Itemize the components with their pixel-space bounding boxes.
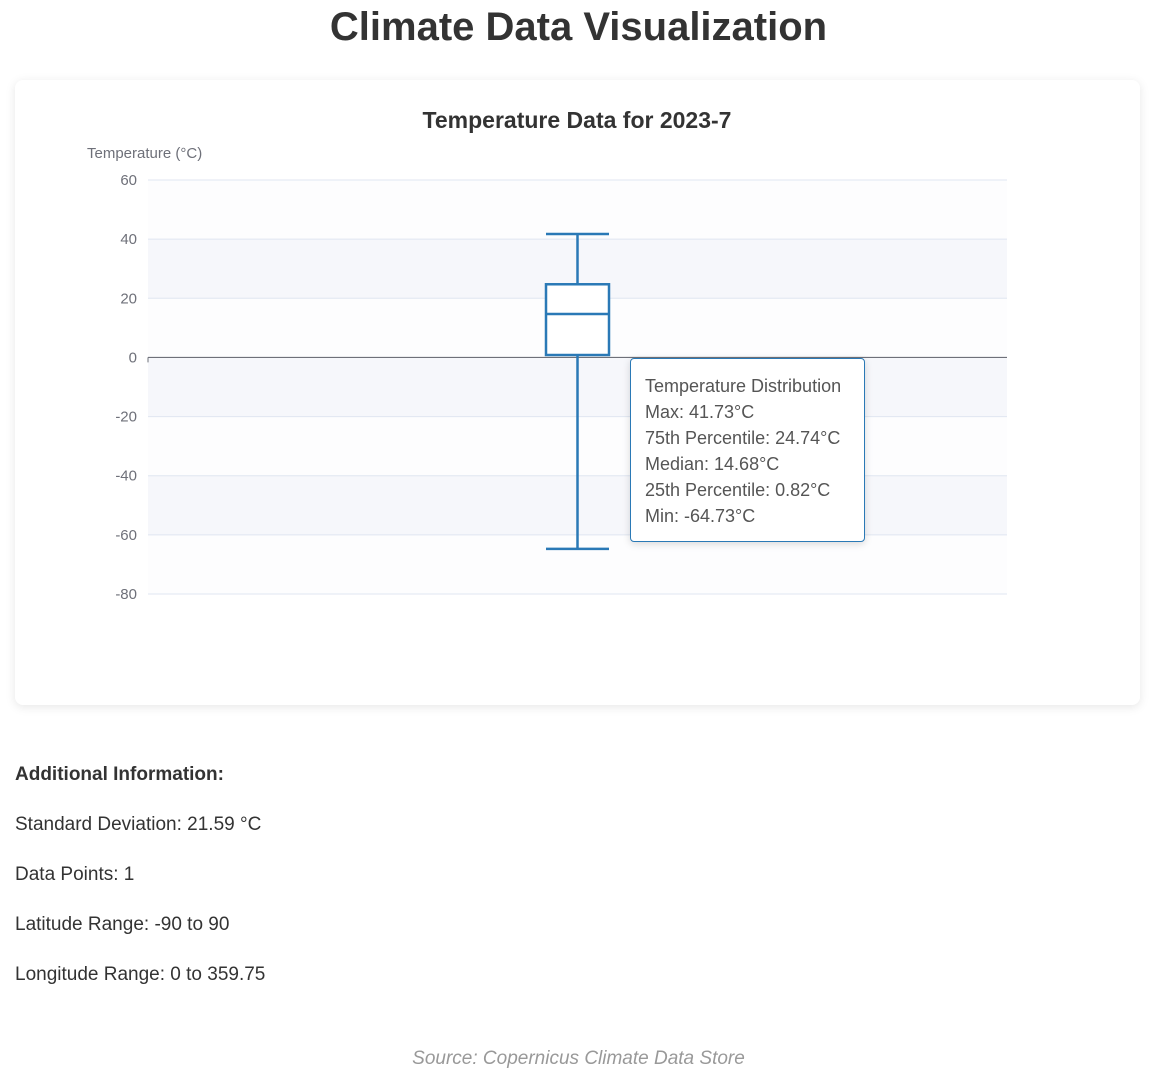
tooltip-q1: 25th Percentile: 0.82°C (645, 480, 831, 500)
tooltip-min: Min: -64.73°C (645, 506, 756, 526)
y-axis-ticks: 60 40 20 0 -20 -40 -60 -80 (115, 172, 137, 603)
chart-card: Temperature Data for 2023-7 Temperature … (15, 80, 1140, 705)
chart-title: Temperature Data for 2023-7 (423, 107, 732, 133)
tooltip: Temperature Distribution Max: 41.73°C 75… (630, 358, 865, 542)
y-tick-label: 40 (120, 231, 137, 248)
tooltip-q3: 75th Percentile: 24.74°C (645, 428, 841, 448)
info-data-points: Data Points: 1 (15, 864, 135, 885)
y-tick-label: -60 (115, 527, 137, 544)
additional-info-heading: Additional Information: (15, 764, 224, 785)
split-area-band (148, 180, 1007, 240)
boxplot-chart[interactable]: Temperature Data for 2023-7 Temperature … (15, 80, 1140, 705)
y-tick-label: 0 (129, 349, 137, 366)
y-axis-label: Temperature (°C) (87, 145, 202, 162)
y-tick-label: -40 (115, 468, 137, 485)
y-tick-label: -20 (115, 409, 137, 426)
tooltip-median: Median: 14.68°C (645, 454, 780, 474)
tooltip-max: Max: 41.73°C (645, 402, 755, 422)
iqr-box (544, 283, 611, 357)
y-tick-label: 60 (120, 172, 137, 189)
source-note: Source: Copernicus Climate Data Store (412, 1048, 745, 1069)
info-latitude-range: Latitude Range: -90 to 90 (15, 914, 230, 935)
additional-info: Additional Information: Standard Deviati… (15, 760, 615, 990)
y-tick-label: 20 (120, 290, 137, 307)
info-std-dev: Standard Deviation: 21.59 °C (15, 814, 262, 835)
page-title: Climate Data Visualization (329, 5, 828, 49)
info-longitude-range: Longitude Range: 0 to 359.75 (15, 964, 266, 985)
y-tick-label: -80 (115, 586, 137, 603)
tooltip-title: Temperature Distribution (645, 376, 842, 396)
